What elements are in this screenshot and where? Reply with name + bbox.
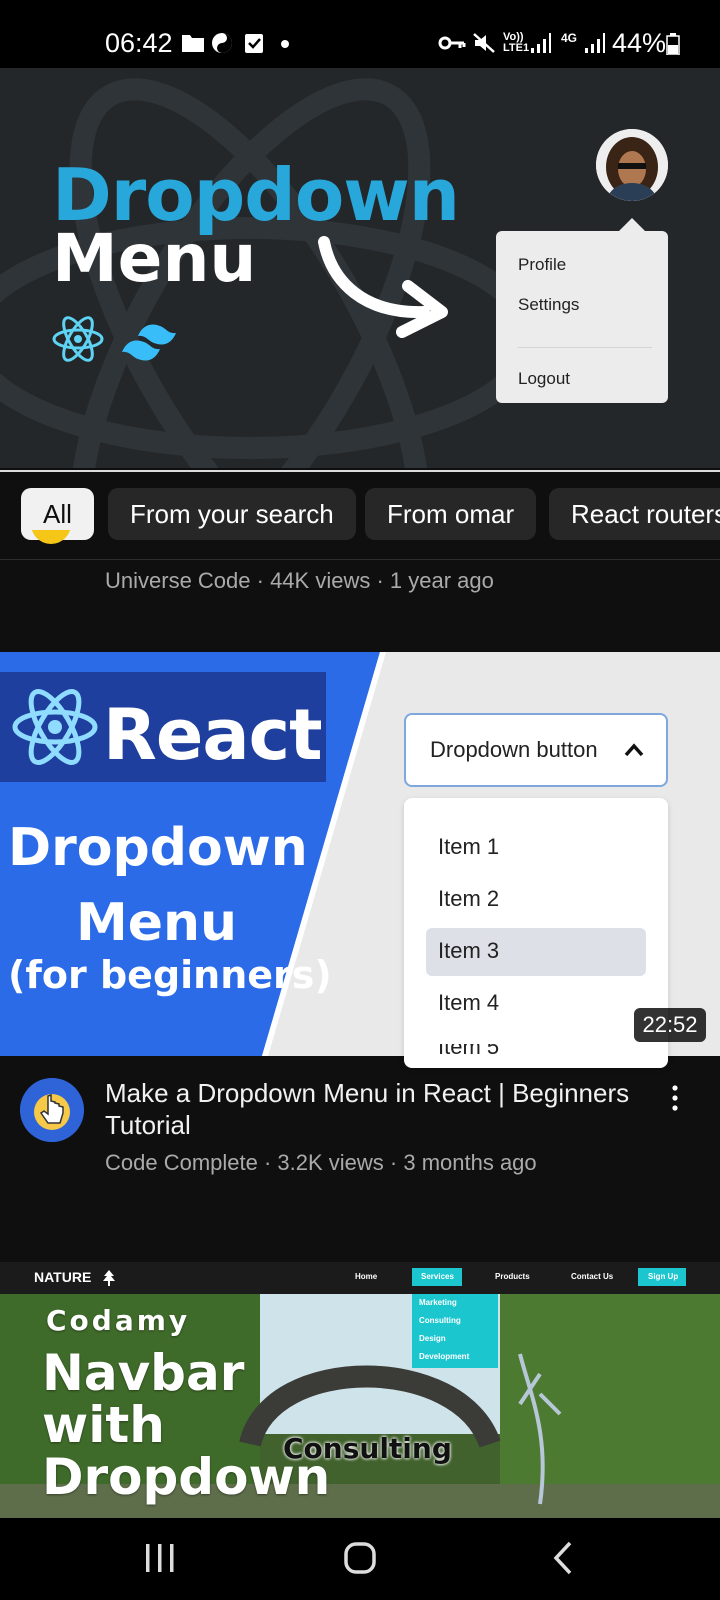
back-button-icon[interactable] (502, 1518, 622, 1600)
chip-from-omar[interactable]: From omar (365, 488, 537, 540)
nav-link: Products (495, 1272, 530, 1281)
battery-icon (666, 33, 680, 55)
thumbnail-brand: React (103, 694, 323, 776)
list-item: Item 1 (438, 834, 500, 859)
thumbnail-line1: Navbar (42, 1344, 245, 1402)
thumbnail-line1: Dropdown (8, 818, 308, 878)
filter-chips-bar: All From your search From omar React rou… (0, 470, 720, 560)
thumbnail-navbar: NATURE Home Services Products Contact Us… (0, 1262, 720, 1294)
react-logo-icon (12, 689, 98, 765)
recents-button-icon[interactable] (100, 1518, 220, 1600)
signal-icon (585, 33, 605, 53)
list-item-clip: Item 5 (404, 1044, 668, 1056)
thumbnail-line2: Menu (76, 893, 238, 953)
channel-avatar[interactable] (20, 1078, 84, 1142)
chevron-up-icon (624, 743, 644, 757)
thumbnail-brand: NATURE (34, 1269, 92, 1285)
dot-icon (281, 40, 289, 48)
key-icon (438, 36, 466, 50)
list-item: Item 4 (438, 990, 500, 1015)
dropdown-item: Marketing (419, 1298, 457, 1307)
nav-link: Services (421, 1272, 454, 1281)
profile-dropdown-menu: Profile Settings Logout (496, 231, 668, 403)
status-bar: 06:42 Vo)) LTE1 4G 44% (0, 0, 720, 68)
dropdown-item: Development (419, 1352, 470, 1361)
list-item: Item 5 (438, 1044, 499, 1056)
thumbnail-line0: Codamy (46, 1304, 191, 1337)
arrow-icon (318, 236, 448, 338)
menu-item-settings: Settings (518, 295, 580, 314)
menu-item-logout: Logout (518, 369, 570, 388)
avatar (596, 129, 668, 201)
signal-icon (531, 33, 551, 53)
home-button-icon[interactable] (300, 1518, 420, 1600)
vpn-sync-icon (212, 33, 232, 53)
video-meta: Code Complete · 3.2K views · 3 months ag… (105, 1150, 537, 1175)
video-meta: Universe Code · 44K views · 1 year ago (105, 568, 494, 593)
list-item: Item 3 (438, 938, 500, 963)
folder-icon (182, 35, 204, 52)
dropdown-button-label: Dropdown button (430, 737, 598, 762)
system-nav-bar (0, 1518, 720, 1600)
battery-percent: 44% (612, 28, 667, 58)
dropdown-item: Consulting (419, 1316, 461, 1325)
nav-link: Contact Us (571, 1272, 614, 1281)
list-item: Item 2 (438, 886, 500, 911)
thumbnail-line3: (for beginners) (8, 953, 332, 997)
checkbox-icon (245, 34, 263, 53)
video-thumbnail-navbar-dropdown[interactable]: NATURE Home Services Products Contact Us… (0, 1262, 720, 1518)
nav-link: Sign Up (648, 1272, 679, 1281)
dropdown-item: Design (419, 1334, 446, 1343)
duration-badge: 22:52 (634, 1008, 706, 1042)
tailwind-logo-icon (122, 324, 176, 361)
react-logo-icon (52, 316, 104, 362)
chip-react-routers[interactable]: React routers (549, 488, 720, 540)
chip-from-your-search[interactable]: From your search (108, 488, 356, 540)
thumbnail-dropdown-list: Item 1 Item 2 Item 3 Item 4 (404, 798, 668, 1068)
more-options-icon[interactable] (660, 1082, 690, 1116)
thumbnail-dropdown: Marketing Consulting Design Development (412, 1294, 498, 1368)
video-thumbnail-dropdown-menu[interactable]: Dropdown Menu Profile Settings Logout (0, 68, 720, 468)
mute-icon (473, 33, 495, 53)
status-time: 06:42 (105, 28, 173, 58)
thumbnail-line2: with (42, 1396, 165, 1454)
thumbnail-dropdown-button: Dropdown button (404, 713, 668, 787)
channel-avatar[interactable] (30, 530, 72, 560)
nav-link: Home (355, 1272, 378, 1281)
menu-divider (518, 347, 652, 348)
4g-icon: 4G (561, 31, 578, 45)
thumbnail-overlay-word: Consulting (283, 1432, 452, 1465)
thumbnail-title-line2: Menu (52, 220, 257, 297)
menu-item-profile: Profile (518, 255, 567, 274)
video-title[interactable]: Make a Dropdown Menu in React | Beginner… (105, 1077, 645, 1141)
tree-icon (103, 1270, 115, 1286)
